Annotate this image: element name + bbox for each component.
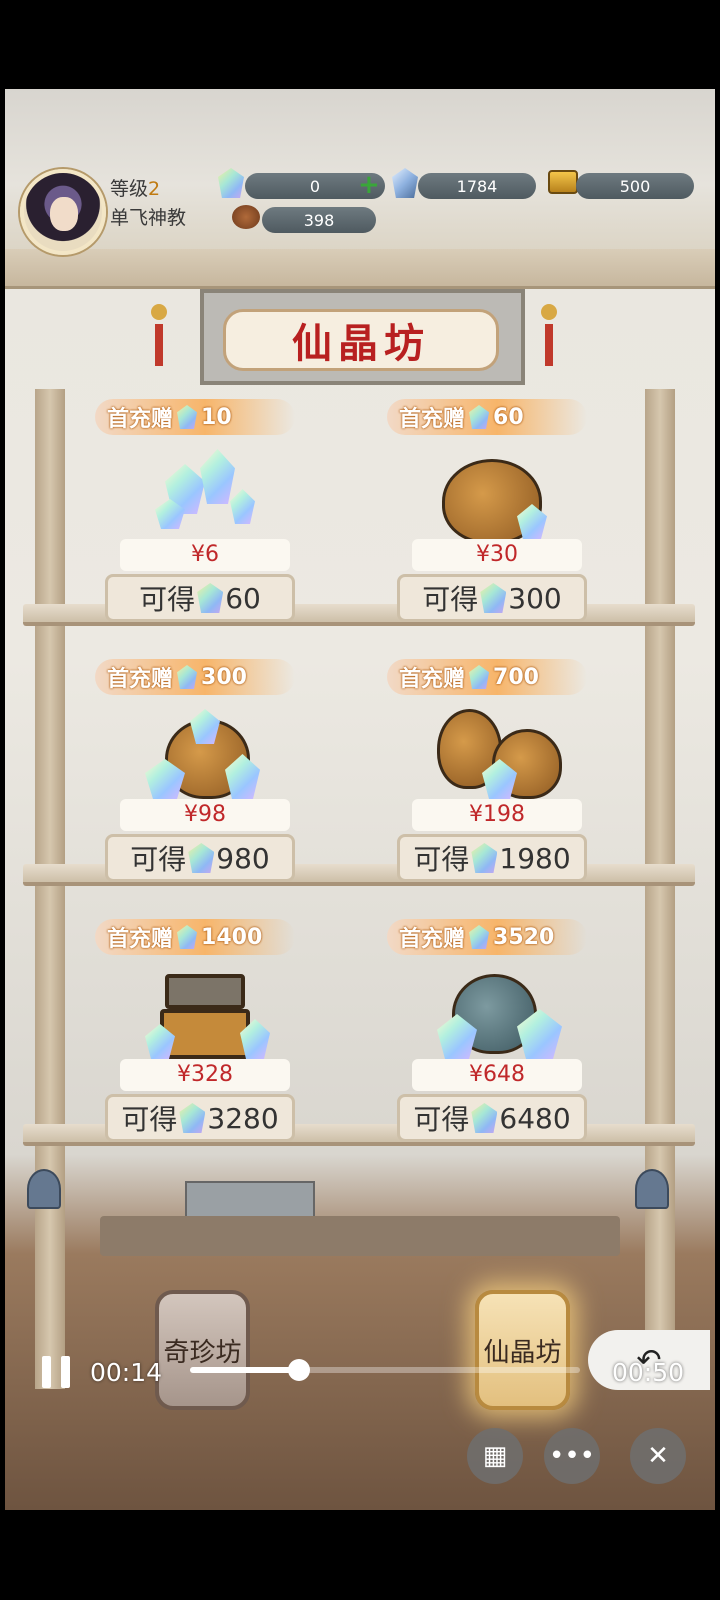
bonus-label: 首充赠	[107, 927, 174, 952]
pack-card[interactable]: 首充赠 3520 ¥648 可得 6480	[387, 919, 587, 1159]
lantern-ornament-left	[151, 304, 167, 366]
pack-card[interactable]: 首充赠 60 ¥30 可得 300	[387, 399, 587, 639]
player-level: 等级2	[110, 178, 161, 200]
crystal-icon	[188, 843, 215, 873]
tab-treasure-shop[interactable]: 奇珍坊	[155, 1290, 250, 1410]
gain-box: 可得 300	[397, 574, 587, 622]
crystal-icon	[480, 583, 507, 613]
bell-icon	[635, 1169, 669, 1209]
bonus-amount: 60	[493, 404, 524, 430]
bonus-label: 首充赠	[399, 927, 466, 952]
pause-icon[interactable]	[42, 1356, 70, 1388]
pack-card[interactable]: 首充赠 10 ¥6 可得 60	[95, 399, 295, 639]
first-charge-bonus: 首充赠 60	[387, 399, 587, 435]
pack-card[interactable]: 首充赠 300 ¥98 可得 980	[95, 659, 295, 899]
pack-card[interactable]: 首充赠 700 ¥198 可得 1980	[387, 659, 587, 899]
gain-box: 可得 60	[105, 574, 295, 622]
gold-icon	[548, 170, 578, 200]
bonus-label: 首充赠	[399, 407, 466, 432]
beast-vessel-art	[437, 964, 562, 1064]
crystal-icon	[177, 665, 198, 689]
gain-amount: 300	[508, 581, 562, 615]
price-tag: ¥198	[412, 799, 582, 831]
wooden-table	[100, 1216, 620, 1256]
crystal-pile-art	[145, 444, 255, 544]
gain-amount: 6480	[499, 1101, 571, 1135]
gain-label: 可得	[422, 583, 479, 616]
gain-box: 可得 1980	[397, 834, 587, 882]
gain-box: 可得 6480	[397, 1094, 587, 1142]
pack-card[interactable]: 首充赠 1400 ¥328 可得 3280	[95, 919, 295, 1159]
crystal-icon	[179, 1103, 206, 1133]
shelf-frame-top	[5, 249, 715, 289]
crystal-icon	[218, 168, 248, 198]
gain-box: 可得 3280	[105, 1094, 295, 1142]
close-icon[interactable]: ✕	[630, 1428, 686, 1484]
first-charge-bonus: 首充赠 1400	[95, 919, 295, 955]
crystal-icon	[177, 925, 198, 949]
price-tag: ¥30	[412, 539, 582, 571]
bonus-amount: 700	[493, 664, 539, 690]
bonus-label: 首充赠	[107, 667, 174, 692]
guild-name: 单飞神教	[110, 207, 187, 229]
diamond-counter: 1784	[418, 173, 536, 199]
treasure-chest-art	[145, 964, 270, 1064]
gain-label: 可得	[413, 1103, 470, 1136]
shelf-post-left	[35, 389, 65, 1389]
shelf-post-right	[645, 389, 675, 1389]
gain-label: 可得	[139, 583, 196, 616]
duration: 00:50	[612, 1358, 685, 1387]
gain-box: 可得 980	[105, 834, 295, 882]
book-stack	[185, 1181, 315, 1221]
gain-label: 可得	[121, 1103, 178, 1136]
double-bag-art	[437, 704, 562, 804]
grid-icon[interactable]: ▦	[467, 1428, 523, 1484]
stamina-icon	[232, 205, 262, 235]
gain-label: 可得	[130, 843, 187, 876]
crystal-sack-art	[145, 704, 260, 804]
bonus-amount: 300	[201, 664, 247, 690]
avatar[interactable]	[20, 169, 106, 255]
crystal-icon	[469, 925, 490, 949]
crystal-icon	[471, 1103, 498, 1133]
plus-icon[interactable]: +	[358, 172, 380, 198]
first-charge-bonus: 首充赠 700	[387, 659, 587, 695]
gain-amount: 3280	[207, 1101, 279, 1135]
first-charge-bonus: 首充赠 3520	[387, 919, 587, 955]
progress-bar[interactable]	[190, 1359, 580, 1381]
gold-counter: 500	[576, 173, 694, 199]
stamina-counter: 398	[262, 207, 376, 233]
price-tag: ¥6	[120, 539, 290, 571]
price-tag: ¥98	[120, 799, 290, 831]
crystal-icon	[469, 665, 490, 689]
bonus-amount: 10	[201, 404, 232, 430]
crystal-bag-art	[437, 444, 547, 544]
first-charge-bonus: 首充赠 10	[95, 399, 295, 435]
progress-fill	[190, 1367, 300, 1373]
bell-icon	[27, 1169, 61, 1209]
price-tag: ¥648	[412, 1059, 582, 1091]
crystal-icon	[469, 405, 490, 429]
more-icon[interactable]: •••	[544, 1428, 600, 1484]
bonus-amount: 1400	[201, 924, 263, 950]
shop-title: 仙晶坊	[223, 309, 499, 371]
bonus-label: 首充赠	[399, 667, 466, 692]
lantern-ornament-right	[541, 304, 557, 366]
gain-amount: 1980	[499, 841, 571, 875]
game-screen: 仙晶坊 首充赠 10 ¥6 可得 60 首充赠 60 ¥30 可得 300 首充赠 300	[5, 89, 715, 1510]
crystal-icon	[177, 405, 198, 429]
gain-amount: 980	[216, 841, 270, 875]
tab-crystal-shop[interactable]: 仙晶坊	[475, 1290, 570, 1410]
gain-label: 可得	[413, 843, 470, 876]
bonus-label: 首充赠	[107, 407, 174, 432]
first-charge-bonus: 首充赠 300	[95, 659, 295, 695]
crystal-icon	[471, 843, 498, 873]
price-tag: ¥328	[120, 1059, 290, 1091]
crystal-icon	[197, 583, 224, 613]
gain-amount: 60	[225, 581, 261, 615]
bonus-amount: 3520	[493, 924, 555, 950]
current-time: 00:14	[90, 1358, 163, 1387]
